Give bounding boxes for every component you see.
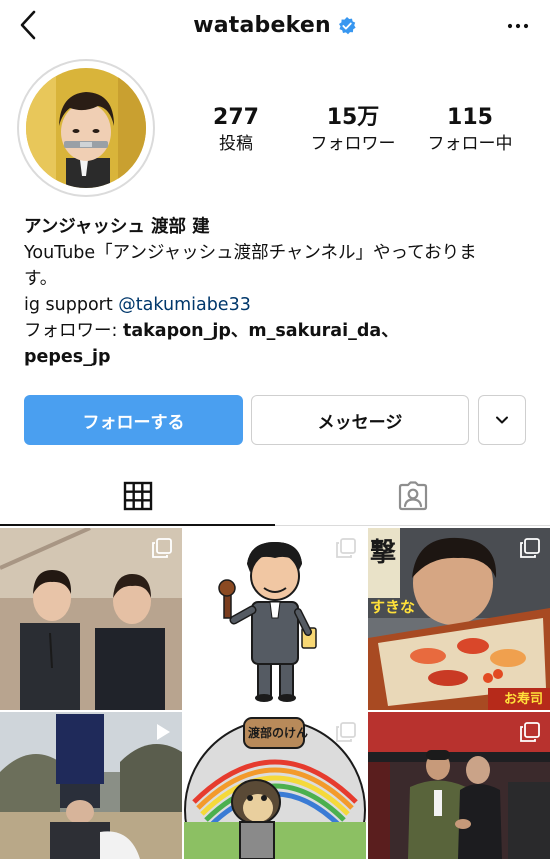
support-mention-link[interactable]: @takumiabe33 [118,295,251,315]
overlay-text-1: 撃 [370,538,397,568]
stat-followers-label: フォロワー [310,134,396,154]
avatar-image [26,68,146,188]
username-title: watabeken [193,13,331,38]
overlay-text: 渡部のけん [248,726,309,740]
suggested-dropdown-button[interactable] [478,395,526,445]
support-prefix: ig support [24,295,119,315]
chevron-down-icon [496,416,508,424]
carousel-icon [336,538,356,558]
post-tile[interactable]: 撃 すきな お寿司 [368,528,550,710]
overlay-text-2: すきな [370,598,416,616]
stat-following[interactable]: 115 フォロー中 [410,104,530,156]
stat-following-value: 115 [447,105,493,130]
post-tile[interactable] [184,528,366,710]
post-tile[interactable] [0,712,182,859]
followed-by-names-2[interactable]: pepes_jp [24,344,534,370]
message-button[interactable]: メッセージ [251,395,469,445]
profile-bio: アンジャッシュ 渡部 建 YouTube「アンジャッシュ渡部チャンネル」やってお… [24,214,534,370]
stat-posts[interactable]: 277 投稿 [176,104,296,156]
post-tile[interactable] [0,528,182,710]
post-tile[interactable] [368,712,550,859]
tagged-person-icon [398,481,427,511]
bio-support-line: ig support @takumiabe33 [24,292,534,318]
avatar[interactable] [26,68,146,188]
active-tab-indicator [0,524,275,526]
stat-posts-label: 投稿 [219,134,253,154]
display-name: アンジャッシュ 渡部 建 [24,217,210,237]
tab-posts-grid[interactable] [0,468,275,524]
carousel-icon [520,722,540,742]
top-bar: watabeken [0,0,550,55]
verified-badge-icon [338,16,356,34]
video-icon [157,724,170,740]
title-wrap: watabeken [0,13,550,38]
avatar-ring[interactable] [17,59,155,197]
bio-line-2: す。 [24,269,58,289]
overlay-text-3: お寿司 [504,692,544,707]
tab-tagged[interactable] [275,468,550,524]
stat-following-label: フォロー中 [427,134,513,154]
carousel-icon [520,538,540,558]
stat-followers-value: 15万 [326,105,380,130]
followed-by-line[interactable]: フォロワー: takapon_jp、m_sakurai_da、 [24,318,534,344]
bio-line-1: YouTube「アンジャッシュ渡部チャンネル」やっておりま [24,243,477,263]
carousel-icon [152,538,172,558]
posts-grid: 撃 すきな お寿司 渡部のけん [0,528,550,859]
more-horizontal-icon[interactable] [506,14,530,38]
carousel-icon [336,722,356,742]
follow-button[interactable]: フォローする [24,395,243,445]
stat-followers[interactable]: 15万 フォロワー [293,104,413,156]
profile-tabs [0,468,550,526]
followed-by-prefix: フォロワー: [24,321,123,341]
followed-by-names[interactable]: takapon_jp、m_sakurai_da、 [123,321,399,341]
stat-posts-value: 277 [213,105,259,130]
grid-icon [123,481,152,511]
post-tile[interactable]: 渡部のけん [184,712,366,859]
